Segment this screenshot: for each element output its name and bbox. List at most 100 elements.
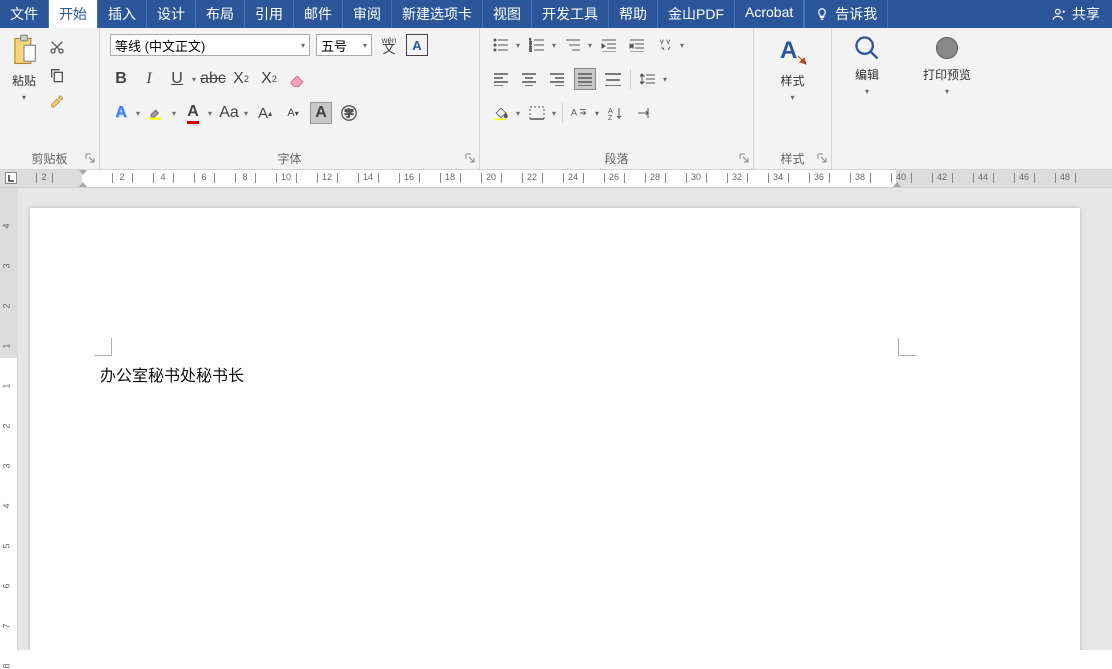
- tab-l-icon: [7, 174, 15, 182]
- shading-button[interactable]: [490, 102, 512, 124]
- body-text[interactable]: 办公室秘书处秘书长: [100, 368, 244, 385]
- tab-references[interactable]: 引用: [245, 0, 294, 28]
- phonetic-guide-button[interactable]: wén 文: [378, 34, 400, 56]
- indent-icon: [629, 38, 645, 52]
- font-name-combo[interactable]: 等线 (中文正文) ▾: [110, 34, 310, 56]
- cut-button[interactable]: [46, 36, 68, 58]
- lightbulb-icon: [815, 7, 829, 21]
- launcher-icon: [465, 153, 475, 163]
- tab-jinshan-pdf[interactable]: 金山PDF: [658, 0, 735, 28]
- align-left-button[interactable]: [490, 68, 512, 90]
- ruler-horizontal[interactable]: 2246810121416182022242628303234363840424…: [0, 170, 1112, 188]
- tab-newtab[interactable]: 新建选项卡: [392, 0, 483, 28]
- tab-review[interactable]: 审阅: [343, 0, 392, 28]
- paste-button[interactable]: 粘贴 ▾: [6, 32, 42, 104]
- share-button[interactable]: 共享: [1040, 0, 1112, 28]
- grow-font-button[interactable]: A▴: [254, 102, 276, 124]
- ruler-vertical[interactable]: 432112345678: [0, 188, 18, 650]
- record-circle-icon: [933, 34, 961, 62]
- styles-button[interactable]: A 样式 ▾: [772, 32, 814, 104]
- page: 办公室秘书处秘书长: [30, 208, 1080, 650]
- clear-format-button[interactable]: [286, 68, 308, 90]
- group-font: 等线 (中文正文) ▾ 五号 ▾ wén 文 A B I U ▾ abc: [100, 28, 480, 169]
- chevron-down-icon: ▾: [790, 93, 794, 102]
- font-color-button[interactable]: A: [182, 102, 204, 124]
- underline-button[interactable]: U: [166, 68, 188, 90]
- italic-button[interactable]: I: [138, 68, 160, 90]
- first-line-indent[interactable]: [78, 170, 88, 175]
- char-shading-button[interactable]: A: [310, 102, 332, 124]
- pilcrow-icon: [636, 106, 652, 120]
- borders-button[interactable]: [526, 102, 548, 124]
- scissors-icon: [49, 39, 65, 55]
- format-painter-button[interactable]: [46, 92, 68, 114]
- asian-layout-button[interactable]: [654, 34, 676, 56]
- font-size-combo[interactable]: 五号 ▾: [316, 34, 372, 56]
- subscript-button[interactable]: X2: [230, 68, 252, 90]
- svg-text:字: 字: [345, 108, 354, 119]
- align-justify-button[interactable]: [574, 68, 596, 90]
- clipboard-launcher[interactable]: [85, 153, 95, 163]
- bold-button[interactable]: B: [110, 68, 132, 90]
- print-preview-button[interactable]: 打印预览 ▾: [919, 32, 975, 98]
- tab-file[interactable]: 文件: [0, 0, 49, 28]
- group-print: 打印预览 ▾: [902, 28, 992, 169]
- char-border-button[interactable]: A: [406, 34, 428, 56]
- text-direction-button[interactable]: A: [569, 102, 591, 124]
- align-center-button[interactable]: [518, 68, 540, 90]
- highlight-button[interactable]: [146, 102, 168, 124]
- font-size-value: 五号: [321, 36, 359, 55]
- tab-design[interactable]: 设计: [147, 0, 196, 28]
- shrink-font-button[interactable]: A▾: [282, 102, 304, 124]
- tab-mailings[interactable]: 邮件: [294, 0, 343, 28]
- paragraph-launcher[interactable]: [739, 153, 749, 163]
- multilevel-icon: [565, 38, 581, 52]
- tell-me-label: 告诉我: [835, 4, 877, 24]
- styles-launcher[interactable]: [817, 153, 827, 163]
- editing-button[interactable]: 编辑 ▾: [849, 32, 885, 98]
- launcher-icon: [739, 153, 749, 163]
- enclose-icon: 字: [340, 104, 358, 122]
- group-styles-label: 样式: [780, 150, 804, 167]
- change-case-button[interactable]: Aa: [218, 102, 240, 124]
- ribbon: 粘贴 ▾ 剪贴板: [0, 28, 1112, 170]
- font-launcher[interactable]: [465, 153, 475, 163]
- borders-icon: [529, 106, 545, 120]
- sort-button[interactable]: AZ: [605, 102, 627, 124]
- line-spacing-button[interactable]: [637, 68, 659, 90]
- strike-button[interactable]: abc: [202, 68, 224, 90]
- paragraph-line[interactable]: 办公室秘书处秘书长: [100, 362, 244, 386]
- svg-text:3: 3: [529, 48, 532, 52]
- tab-insert[interactable]: 插入: [98, 0, 147, 28]
- superscript-button[interactable]: X2: [258, 68, 280, 90]
- copy-button[interactable]: [46, 64, 68, 86]
- text-effects-button[interactable]: A: [110, 102, 132, 124]
- tab-view[interactable]: 视图: [483, 0, 532, 28]
- tell-me[interactable]: 告诉我: [804, 0, 888, 28]
- multilevel-button[interactable]: [562, 34, 584, 56]
- tab-developer[interactable]: 开发工具: [532, 0, 609, 28]
- distribute-button[interactable]: [602, 68, 624, 90]
- distribute-icon: [605, 72, 621, 86]
- ribbon-tabbar: 文件 开始 插入 设计 布局 引用 邮件 审阅 新建选项卡 视图 开发工具 帮助…: [0, 0, 1112, 28]
- tab-home[interactable]: 开始: [49, 0, 98, 28]
- show-marks-button[interactable]: [633, 102, 655, 124]
- indent-inc-button[interactable]: [626, 34, 648, 56]
- bullets-button[interactable]: [490, 34, 512, 56]
- tab-selector[interactable]: [5, 172, 17, 184]
- launcher-icon: [85, 153, 95, 163]
- tab-layout[interactable]: 布局: [196, 0, 245, 28]
- tab-help[interactable]: 帮助: [609, 0, 658, 28]
- numbering-button[interactable]: 123: [526, 34, 548, 56]
- document-canvas[interactable]: 办公室秘书处秘书长: [18, 188, 1112, 650]
- chevron-down-icon: ▾: [363, 41, 367, 50]
- align-justify-icon: [577, 72, 593, 86]
- search-icon: [853, 34, 881, 62]
- eraser-icon: [288, 71, 306, 87]
- indent-dec-button[interactable]: [598, 34, 620, 56]
- align-right-button[interactable]: [546, 68, 568, 90]
- copy-icon: [49, 67, 65, 83]
- enclose-char-button[interactable]: 字: [338, 102, 360, 124]
- group-clipboard: 粘贴 ▾ 剪贴板: [0, 28, 100, 169]
- tab-acrobat[interactable]: Acrobat: [735, 0, 804, 28]
